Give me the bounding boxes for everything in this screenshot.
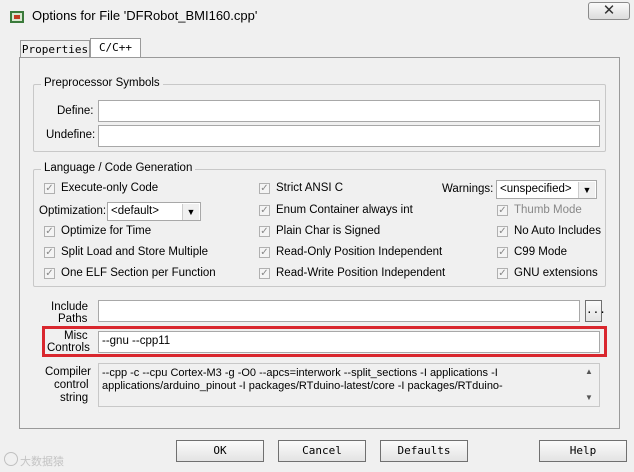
execute-only-label: Execute-only Code xyxy=(61,182,159,194)
ropi-checkbox[interactable]: ✓ xyxy=(259,247,270,258)
ok-button[interactable]: OK xyxy=(176,440,264,462)
control-label: control xyxy=(54,379,89,391)
strict-ansi-checkbox[interactable]: ✓ xyxy=(259,183,270,194)
paths-label: Paths xyxy=(58,313,88,325)
scroll-down-icon[interactable]: ▼ xyxy=(585,393,593,402)
misc-controls-value: --gnu --cpp11 xyxy=(102,335,171,347)
language-legend: Language / Code Generation xyxy=(41,162,196,174)
browse-button[interactable]: ... xyxy=(585,300,606,322)
include-paths-field[interactable] xyxy=(98,300,580,322)
gnu-extensions-label: GNU extensions xyxy=(514,267,598,279)
warnings-label: Warnings: xyxy=(442,183,494,195)
include-label: Include xyxy=(51,301,89,313)
plain-char-checkbox[interactable]: ✓ xyxy=(259,226,270,237)
watermark-icon xyxy=(4,452,18,466)
compiler-label: Compiler xyxy=(45,366,92,378)
misc-controls-field[interactable]: --gnu --cpp11 xyxy=(98,331,600,353)
warnings-select[interactable]: <unspecified> ▼ xyxy=(496,180,597,199)
optimization-label: Optimization: xyxy=(39,205,107,217)
tab-c-cpp[interactable]: C/C++ xyxy=(90,38,141,57)
plain-char-label: Plain Char is Signed xyxy=(276,225,381,237)
no-auto-includes-label: No Auto Includes xyxy=(514,225,601,237)
no-auto-includes-checkbox[interactable]: ✓ xyxy=(497,226,508,237)
strict-ansi-label: Strict ANSI C xyxy=(276,182,344,194)
misc-label: Misc xyxy=(64,330,88,342)
chevron-down-icon: ▼ xyxy=(182,204,199,220)
compiler-control-line2: applications/arduino_pinout -I packages/… xyxy=(102,380,503,392)
controls-label: Controls xyxy=(47,342,90,354)
preprocessor-legend: Preprocessor Symbols xyxy=(41,77,163,89)
string-label: string xyxy=(60,392,89,404)
title-bar: Options for File 'DFRobot_BMI160.cpp' ✕ xyxy=(0,0,634,32)
one-elf-label: One ELF Section per Function xyxy=(61,267,216,279)
watermark-text: 大数据猿 xyxy=(20,456,64,468)
enum-container-checkbox[interactable]: ✓ xyxy=(259,205,270,216)
undefine-field[interactable] xyxy=(98,125,600,147)
execute-only-checkbox[interactable]: ✓ xyxy=(44,183,55,194)
optimize-time-label: Optimize for Time xyxy=(61,225,152,237)
define-field[interactable] xyxy=(98,100,600,122)
scrollbar[interactable]: ▲ ▼ xyxy=(583,365,597,405)
split-load-checkbox[interactable]: ✓ xyxy=(44,247,55,258)
help-button[interactable]: Help xyxy=(539,440,627,462)
c99-mode-checkbox[interactable]: ✓ xyxy=(497,247,508,258)
window-title: Options for File 'DFRobot_BMI160.cpp' xyxy=(32,8,258,23)
thumb-mode-label: Thumb Mode xyxy=(514,204,582,216)
split-load-label: Split Load and Store Multiple xyxy=(61,246,209,258)
chevron-down-icon: ▼ xyxy=(578,182,595,198)
rwpi-label: Read-Write Position Independent xyxy=(276,267,446,279)
one-elf-checkbox[interactable]: ✓ xyxy=(44,268,55,279)
compiler-control-box: --cpp -c --cpu Cortex-M3 -g -O0 --apcs=i… xyxy=(98,363,600,407)
warnings-value: <unspecified> xyxy=(500,183,572,195)
ropi-label: Read-Only Position Independent xyxy=(276,246,443,258)
tab-properties[interactable]: Properties xyxy=(20,40,90,58)
app-icon xyxy=(10,11,24,23)
close-button[interactable]: ✕ xyxy=(588,2,630,20)
thumb-mode-checkbox: ✓ xyxy=(497,205,508,216)
define-label: Define: xyxy=(57,105,94,117)
undefine-label: Undefine: xyxy=(46,129,96,141)
defaults-button[interactable]: Defaults xyxy=(380,440,468,462)
scroll-up-icon[interactable]: ▲ xyxy=(585,367,593,376)
gnu-extensions-checkbox[interactable]: ✓ xyxy=(497,268,508,279)
cancel-button[interactable]: Cancel xyxy=(278,440,366,462)
optimize-time-checkbox[interactable]: ✓ xyxy=(44,226,55,237)
compiler-control-line1: --cpp -c --cpu Cortex-M3 -g -O0 --apcs=i… xyxy=(102,367,498,379)
enum-container-label: Enum Container always int xyxy=(276,204,413,216)
optimization-value: <default> xyxy=(111,205,159,217)
optimization-select[interactable]: <default> ▼ xyxy=(107,202,201,221)
rwpi-checkbox[interactable]: ✓ xyxy=(259,268,270,279)
c99-mode-label: C99 Mode xyxy=(514,246,568,258)
